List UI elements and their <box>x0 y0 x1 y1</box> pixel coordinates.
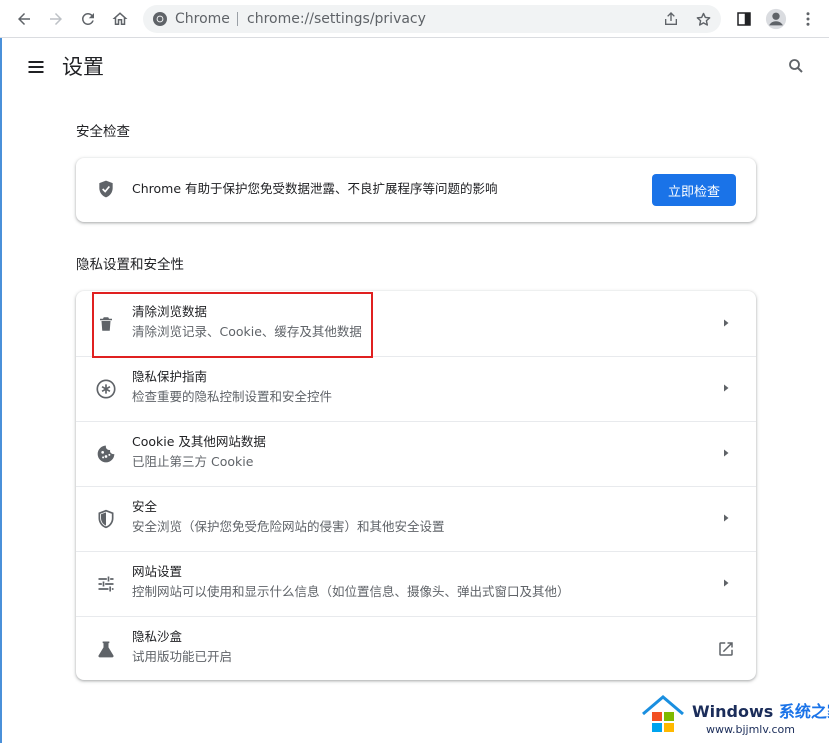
check-now-button[interactable]: 立即检查 <box>652 174 736 206</box>
cookie-icon <box>95 443 117 465</box>
site-settings-row[interactable]: 网站设置 控制网站可以使用和显示什么信息（如位置信息、摄像头、弹出式窗口及其他） <box>76 551 756 616</box>
back-arrow-icon <box>18 13 30 25</box>
watermark-url: www.bjjmlv.com <box>706 723 795 736</box>
safety-check-card: Chrome 有助于保护您免受数据泄露、不良扩展程序等问题的影响 立即检查 <box>76 158 756 222</box>
shield-check-icon <box>99 180 113 198</box>
profile-button[interactable] <box>762 5 790 33</box>
row-subtitle: 检查重要的隐私控制设置和安全控件 <box>132 389 333 404</box>
side-panel-icon <box>737 12 751 26</box>
omnibox-url[interactable]: chrome://settings/privacy <box>247 10 426 28</box>
trash-icon <box>95 313 117 335</box>
reload-icon <box>81 12 94 25</box>
home-button[interactable] <box>106 5 134 33</box>
arrow-right-icon <box>718 380 734 396</box>
row-title: 隐私保护指南 <box>132 369 208 384</box>
reload-button[interactable] <box>74 5 102 33</box>
row-title: 网站设置 <box>132 564 183 579</box>
omnibox-site-label: Chrome <box>175 11 230 27</box>
privacy-sandbox-row[interactable]: 隐私沙盒 试用版功能已开启 <box>76 616 756 680</box>
row-divider <box>76 616 756 617</box>
side-panel-button[interactable] <box>730 5 758 33</box>
arrow-right-icon <box>718 575 734 591</box>
watermark-brand-cn: 系统之家 <box>778 702 829 721</box>
watermark: Windows 系统之家 www.bjjmlv.com <box>640 692 829 743</box>
row-subtitle: 安全浏览（保护您免受危险网站的侵害）和其他安全设置 <box>132 519 445 534</box>
row-subtitle: 清除浏览记录、Cookie、缓存及其他数据 <box>132 324 362 339</box>
page-title: 设置 <box>62 55 104 79</box>
privacy-guide-icon <box>95 378 117 400</box>
share-icon <box>665 12 677 25</box>
search-settings-button[interactable] <box>784 54 808 78</box>
forward-arrow-icon <box>50 13 62 25</box>
hamburger-icon <box>28 61 44 73</box>
safety-check-description: Chrome 有助于保护您免受数据泄露、不良扩展程序等问题的影响 <box>132 181 498 196</box>
more-vert-icon <box>806 12 810 26</box>
window-edge <box>0 38 2 743</box>
star-icon <box>696 12 710 26</box>
row-subtitle: 已阻止第三方 Cookie <box>132 454 254 469</box>
open-in-new-icon <box>716 639 736 659</box>
watermark-brand: Windows 系统之家 <box>692 702 829 722</box>
main-menu-button[interactable] <box>24 55 48 79</box>
arrow-right-icon <box>718 315 734 331</box>
row-divider <box>76 486 756 487</box>
row-divider <box>76 421 756 422</box>
privacy-guide-row[interactable]: 隐私保护指南 检查重要的隐私控制设置和安全控件 <box>76 356 756 421</box>
share-button[interactable] <box>661 9 681 29</box>
tune-icon <box>95 573 117 595</box>
watermark-brand-en: Windows <box>692 702 774 721</box>
security-shield-icon <box>95 508 117 530</box>
row-divider <box>76 551 756 552</box>
browser-menu-button[interactable] <box>794 5 822 33</box>
row-title: 隐私沙盒 <box>132 629 183 644</box>
privacy-section-heading: 隐私设置和安全性 <box>76 257 184 273</box>
row-title: Cookie 及其他网站数据 <box>132 434 266 449</box>
row-title: 清除浏览数据 <box>132 304 208 319</box>
bookmark-button[interactable] <box>693 9 713 29</box>
omnibox-divider <box>237 12 238 26</box>
chrome-logo-icon <box>153 12 167 26</box>
avatar-icon <box>765 8 787 30</box>
back-button[interactable] <box>10 5 38 33</box>
cookies-row[interactable]: Cookie 及其他网站数据 已阻止第三方 Cookie <box>76 421 756 486</box>
arrow-right-icon <box>718 445 734 461</box>
clear-browsing-data-row[interactable]: 清除浏览数据 清除浏览记录、Cookie、缓存及其他数据 <box>76 291 756 356</box>
windows-house-logo-icon <box>642 695 684 732</box>
privacy-card: 清除浏览数据 清除浏览记录、Cookie、缓存及其他数据 隐私保护指南 检查重要… <box>76 291 756 680</box>
row-title: 安全 <box>132 499 158 514</box>
row-subtitle: 试用版功能已开启 <box>132 649 233 664</box>
row-divider <box>76 356 756 357</box>
search-icon <box>789 59 803 73</box>
forward-button[interactable] <box>42 5 70 33</box>
row-subtitle: 控制网站可以使用和显示什么信息（如位置信息、摄像头、弹出式窗口及其他） <box>132 584 570 599</box>
safety-check-heading: 安全检查 <box>76 124 130 140</box>
arrow-right-icon <box>718 510 734 526</box>
browser-toolbar: Chrome chrome://settings/privacy <box>0 0 829 38</box>
flask-icon <box>95 638 117 660</box>
omnibox[interactable]: Chrome chrome://settings/privacy <box>143 5 721 33</box>
security-row[interactable]: 安全 安全浏览（保护您免受危险网站的侵害）和其他安全设置 <box>76 486 756 551</box>
home-icon <box>112 12 128 25</box>
